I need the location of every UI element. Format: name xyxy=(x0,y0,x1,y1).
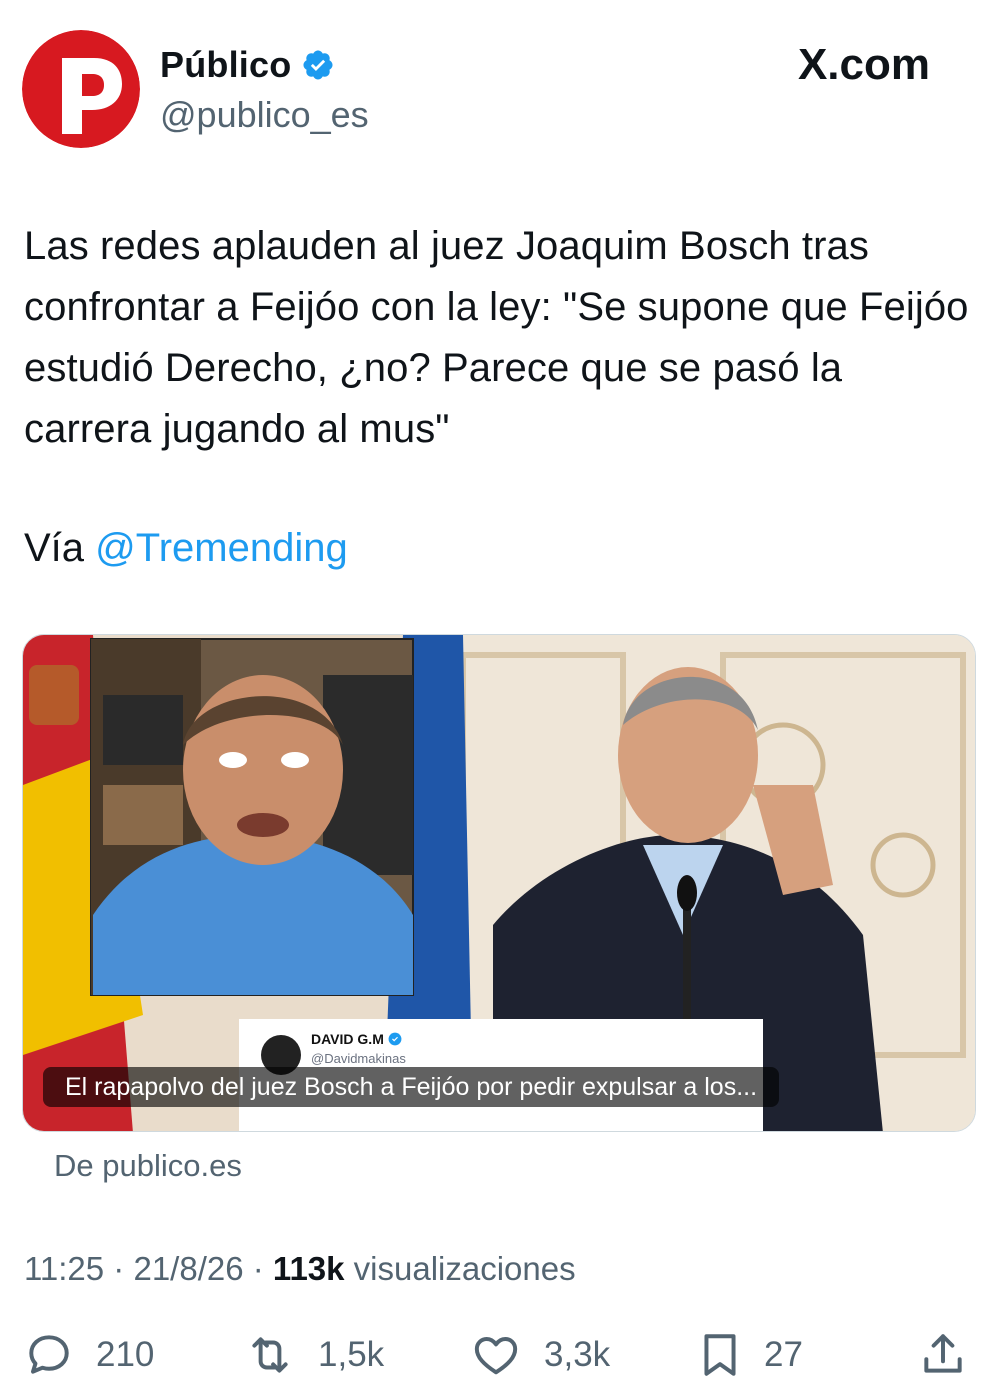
display-name-row: Público xyxy=(160,44,335,86)
media-caption: El rapapolvo del juez Bosch a Feijóo por… xyxy=(43,1067,780,1107)
repost-icon xyxy=(252,1337,288,1373)
tweet-date[interactable]: 21/8/26 xyxy=(133,1250,243,1287)
account-avatar[interactable] xyxy=(22,30,140,148)
meta-separator: · xyxy=(104,1250,134,1287)
via-prefix: Vía xyxy=(24,526,96,570)
verified-badge-icon xyxy=(301,48,335,82)
x-brand-text: X.com xyxy=(797,40,930,89)
reply-count: 210 xyxy=(96,1335,155,1374)
tweet-meta: 11:25 · 21/8/26 · 113k visualizaciones xyxy=(24,1250,576,1288)
bookmark-icon xyxy=(704,1334,736,1376)
publico-logo-icon xyxy=(22,30,140,148)
share-icon xyxy=(924,1334,962,1373)
share-button[interactable] xyxy=(918,1322,968,1388)
reply-icon xyxy=(29,1335,69,1374)
meta-separator-2: · xyxy=(243,1250,273,1287)
tweet-time[interactable]: 11:25 xyxy=(24,1250,104,1287)
like-count: 3,3k xyxy=(544,1335,611,1374)
media-card[interactable]: DAVID G.M @Davidmakinas El rapapolvo del… xyxy=(22,634,976,1132)
reply-button[interactable]: 210 xyxy=(24,1322,154,1388)
repost-count: 1,5k xyxy=(318,1335,385,1374)
embedded-handle: @Davidmakinas xyxy=(311,1051,406,1066)
account-handle[interactable]: @publico_es xyxy=(160,94,369,136)
like-button[interactable]: 3,3k xyxy=(470,1322,610,1388)
like-icon xyxy=(474,1336,518,1375)
bookmark-count: 27 xyxy=(764,1335,803,1374)
via-line: Vía @Tremending xyxy=(24,518,348,579)
embedded-name-row: DAVID G.M xyxy=(311,1031,402,1047)
tweet-text: Las redes aplauden al juez Joaquim Bosch… xyxy=(24,224,969,451)
via-mention-link[interactable]: @Tremending xyxy=(95,526,348,570)
embedded-verified-icon xyxy=(388,1032,402,1046)
repost-button[interactable]: 1,5k xyxy=(244,1322,384,1388)
bookmark-button[interactable]: 27 xyxy=(698,1322,803,1388)
embedded-name: DAVID G.M xyxy=(311,1031,384,1047)
display-name[interactable]: Público xyxy=(160,44,291,86)
media-source-link[interactable]: De publico.es xyxy=(54,1148,242,1184)
views-label: visualizaciones xyxy=(353,1250,576,1287)
x-brand-label: X.com xyxy=(798,40,930,90)
views-count: 113k xyxy=(272,1250,345,1287)
action-bar: 210 1,5k 3,3k 27 xyxy=(0,1322,1000,1392)
